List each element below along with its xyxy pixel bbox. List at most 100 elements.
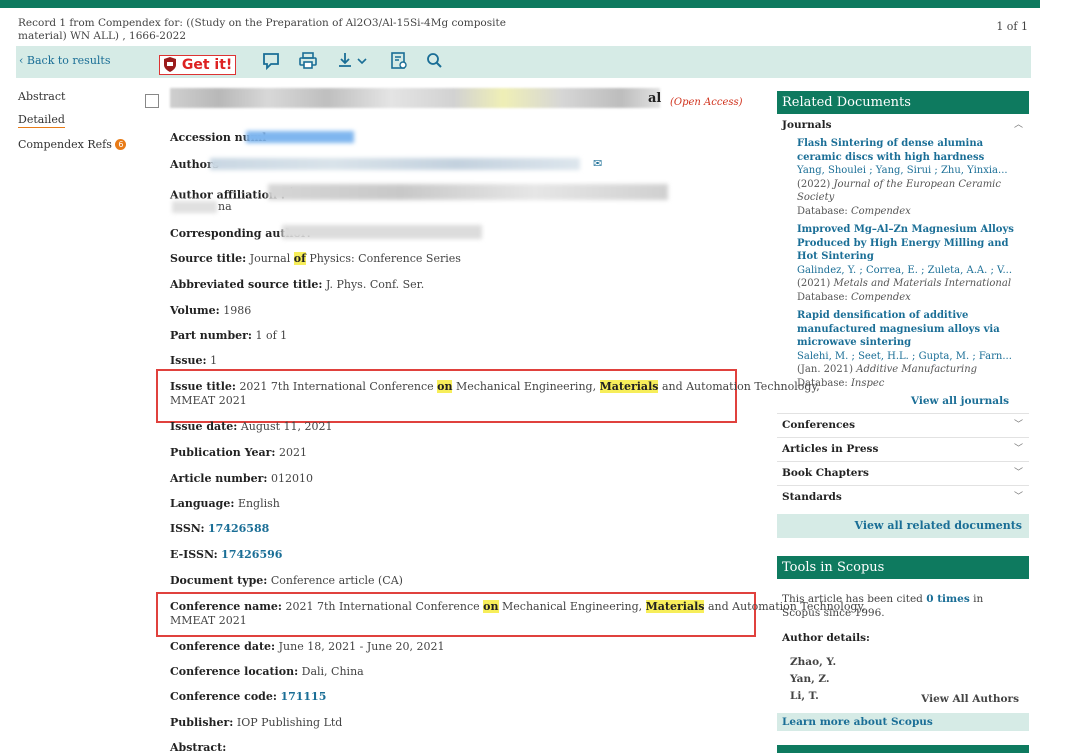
conf-loc-label: Conference location: xyxy=(170,665,299,678)
related-doc-year: (2021) xyxy=(797,278,831,289)
issue-title-field: Issue title: 2021 7th International Conf… xyxy=(170,380,820,393)
back-to-results-link[interactable]: ‹ Back to results xyxy=(19,54,111,67)
section-label: Articles in Press xyxy=(782,443,879,455)
related-doc: Rapid densification of additive manufact… xyxy=(777,309,1029,390)
conf-name-b: Mechanical Engineering, xyxy=(502,600,643,613)
related-doc-authors[interactable]: Yang, Shoulei ; Yang, Sirui ; Zhu, Yinxi… xyxy=(797,164,1029,178)
chevron-down-icon: ﹀ xyxy=(1013,444,1023,454)
db-value: Compendex xyxy=(850,205,911,217)
source-title-b: Physics: Conference Series xyxy=(309,252,461,265)
source-title-field: Source title: Journal of Physics: Confer… xyxy=(170,252,461,265)
comment-icon[interactable] xyxy=(260,51,282,71)
author-link[interactable]: Zhao, Y. xyxy=(785,655,841,669)
related-doc-title[interactable]: Improved Mg–Al–Zn Magnesium Alloys Produ… xyxy=(797,223,1029,264)
related-doc-title[interactable]: Flash Sintering of dense alumina ceramic… xyxy=(797,137,1029,164)
eissn-link[interactable]: 17426596 xyxy=(221,548,282,561)
publisher-value: IOP Publishing Ltd xyxy=(236,716,343,729)
eissn-field: E-ISSN: 17426596 xyxy=(170,548,282,561)
download-icon[interactable] xyxy=(336,51,372,71)
related-doc: Flash Sintering of dense alumina ceramic… xyxy=(777,137,1029,218)
get-it-button[interactable]: Get it! xyxy=(159,55,237,75)
related-doc-source: (Jan. 2021) Additive Manufacturing xyxy=(797,363,1029,377)
pager: 1 of 1 xyxy=(996,20,1028,33)
language-field: Language: English xyxy=(170,497,280,510)
accession-redacted xyxy=(246,131,354,143)
pub-year-label: Publication Year: xyxy=(170,446,276,459)
back-label: Back to results xyxy=(26,54,111,67)
related-doc-source: (2021) Metals and Materials Internationa… xyxy=(797,277,1029,291)
left-nav: Abstract Detailed Compendex Refs 6 xyxy=(18,90,127,161)
section-label: Standards xyxy=(782,491,842,503)
view-all-journals-link[interactable]: View all journals xyxy=(777,395,1029,407)
conference-name-field: Conference name: 2021 7th International … xyxy=(170,600,866,613)
db-value: Compendex xyxy=(850,291,911,303)
select-record-checkbox[interactable] xyxy=(145,94,159,108)
nav-abstract[interactable]: Abstract xyxy=(18,90,126,103)
save-to-folder-icon[interactable] xyxy=(388,51,410,71)
authors-redacted xyxy=(210,158,580,170)
doctype-label: Document type: xyxy=(170,574,268,587)
related-doc-title[interactable]: Rapid densification of additive manufact… xyxy=(797,309,1029,350)
conference-code-field: Conference code: 171115 xyxy=(170,690,326,703)
author-link[interactable]: Li, T. xyxy=(785,689,824,703)
author-link[interactable]: Yan, Z. xyxy=(785,672,835,686)
view-all-authors-link[interactable]: View All Authors xyxy=(916,692,1024,706)
related-doc-year: (2022) xyxy=(797,178,831,190)
author-details-label: Author details: xyxy=(782,632,870,644)
related-doc-journal: Additive Manufacturing xyxy=(856,364,978,375)
view-all-related-link[interactable]: View all related documents xyxy=(777,514,1029,538)
volume-label: Volume: xyxy=(170,304,220,317)
issue-value: 1 xyxy=(210,354,218,367)
nav-compendex-refs[interactable]: Compendex Refs 6 xyxy=(18,138,127,151)
related-doc-journal: Metals and Materials International xyxy=(833,278,1012,289)
open-access-badge[interactable]: (Open Access) xyxy=(670,97,743,108)
cited-a: This article has been cited xyxy=(782,593,923,605)
nav-detailed[interactable]: Detailed xyxy=(18,113,65,128)
eissn-label: E-ISSN: xyxy=(170,548,218,561)
email-icon[interactable]: ✉ xyxy=(593,157,602,170)
part-label: Part number: xyxy=(170,329,252,342)
related-doc-source: (2022) Journal of the European Ceramic S… xyxy=(797,178,1029,205)
section-book-chapters[interactable]: Book Chapters ﹀ xyxy=(777,462,1029,486)
conf-name-hl-on: on xyxy=(483,600,499,613)
conf-name-label: Conference name: xyxy=(170,600,282,613)
related-doc-db: Database: Compendex xyxy=(797,291,1029,305)
related-doc-db: Database: Compendex xyxy=(797,205,1029,219)
related-doc: Improved Mg–Al–Zn Magnesium Alloys Produ… xyxy=(777,223,1029,304)
section-conferences[interactable]: Conferences ﹀ xyxy=(777,413,1029,438)
search-icon[interactable] xyxy=(424,51,446,71)
issue-title-a: 2021 7th International Conference xyxy=(239,380,434,393)
article-value: 012010 xyxy=(270,472,313,485)
section-articles-in-press[interactable]: Articles in Press ﹀ xyxy=(777,438,1029,462)
conf-name-hl-materials: Materials xyxy=(645,600,705,613)
issn-label: ISSN: xyxy=(170,522,205,535)
toolbar: ‹ Back to results Get it! xyxy=(16,46,1031,78)
shield-icon xyxy=(164,57,176,72)
issue-date-field: Issue date: August 11, 2021 xyxy=(170,420,333,433)
learn-more-link[interactable]: Learn more about Scopus xyxy=(782,716,933,728)
related-doc-authors[interactable]: Galindez, Y. ; Correa, E. ; Zuleta, A.A.… xyxy=(797,264,1029,278)
source-title-label: Source title: xyxy=(170,252,247,265)
abbrev-label: Abbreviated source title: xyxy=(170,278,323,291)
chevron-down-icon: ﹀ xyxy=(1013,468,1023,478)
conf-loc-value: Dali, China xyxy=(301,665,364,678)
print-icon[interactable] xyxy=(297,51,319,71)
issue-date-value: August 11, 2021 xyxy=(240,420,333,433)
language-value: English xyxy=(237,497,280,510)
related-doc-db: Database: Inspec xyxy=(797,377,1029,391)
section-journals[interactable]: Journals ︿ xyxy=(777,114,1029,137)
conf-code-link[interactable]: 171115 xyxy=(280,690,326,703)
pub-year-value: 2021 xyxy=(278,446,307,459)
cited-times-link[interactable]: 0 times xyxy=(926,593,970,605)
pub-year-field: Publication Year: 2021 xyxy=(170,446,307,459)
related-doc-year: (Jan. 2021) xyxy=(797,364,854,375)
volume-field: Volume: 1986 xyxy=(170,304,251,317)
related-doc-authors[interactable]: Salehi, M. ; Seet, H.L. ; Gupta, M. ; Fa… xyxy=(797,350,1029,364)
next-panel-header xyxy=(777,745,1029,753)
issn-link[interactable]: 17426588 xyxy=(208,522,269,535)
corresponding-redacted xyxy=(282,225,482,239)
section-standards[interactable]: Standards ﹀ xyxy=(777,486,1029,509)
issue-title-hl-on: on xyxy=(437,380,453,393)
abbrev-field: Abbreviated source title: J. Phys. Conf.… xyxy=(170,278,424,291)
record-summary: Record 1 from Compendex for: ((Study on … xyxy=(18,17,506,42)
